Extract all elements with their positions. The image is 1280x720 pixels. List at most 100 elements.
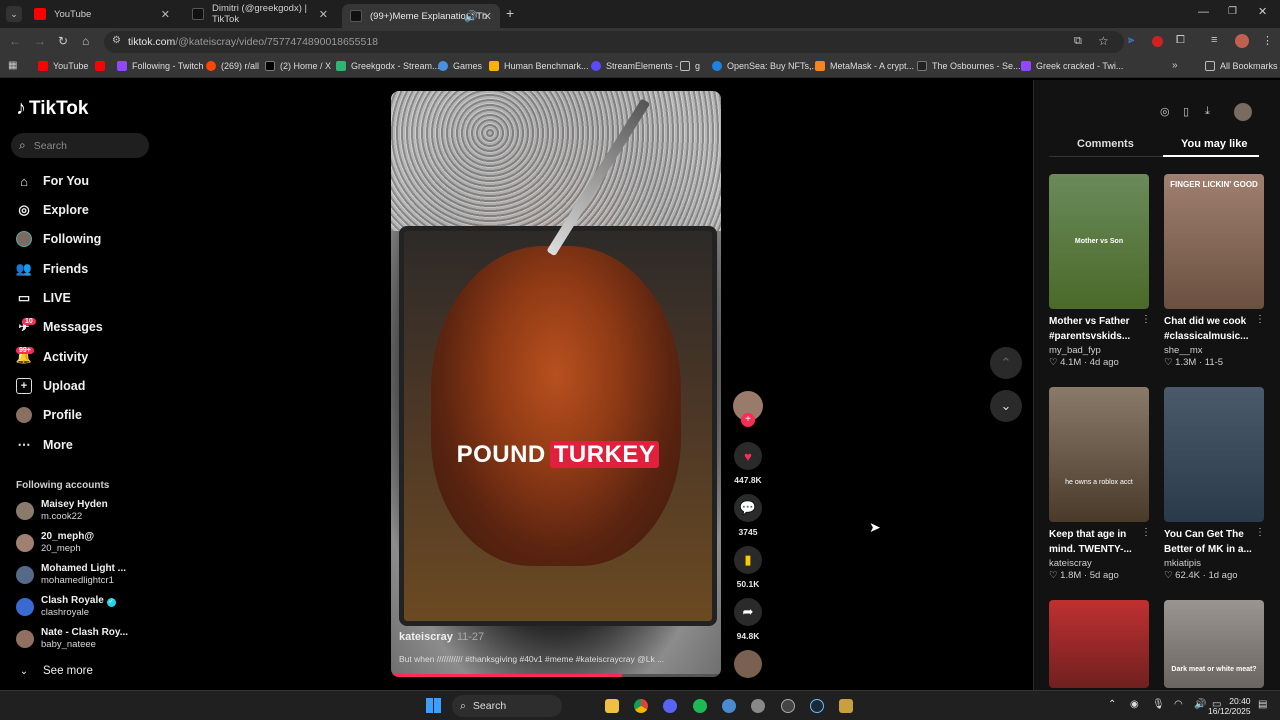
site-info-icon[interactable]: ⚙ bbox=[112, 35, 121, 46]
follow-plus-icon[interactable]: + bbox=[741, 413, 755, 427]
extensions-puzzle-icon[interactable]: ⧠ bbox=[1176, 34, 1185, 47]
steam-icon[interactable] bbox=[810, 699, 824, 713]
video-thumbnail[interactable]: FINGER LICKIN' GOOD bbox=[1164, 174, 1264, 309]
sound-avatar-button[interactable] bbox=[733, 650, 763, 678]
install-app-icon[interactable]: ⧉ bbox=[1074, 35, 1082, 48]
bookmark-star-icon[interactable]: ☆ bbox=[1098, 34, 1109, 48]
wifi-icon[interactable]: ◠ bbox=[1174, 699, 1183, 710]
bookmark-youtube-2[interactable] bbox=[95, 61, 110, 71]
reload-icon[interactable]: ↻ bbox=[58, 34, 68, 48]
search-input[interactable]: ⌕ Search bbox=[11, 133, 149, 158]
forward-icon[interactable]: → bbox=[34, 34, 46, 48]
user-avatar[interactable] bbox=[1234, 103, 1252, 121]
save-button[interactable]: ▮ 50.1K bbox=[733, 546, 763, 589]
creator-avatar-button[interactable]: + bbox=[733, 391, 763, 427]
tab-you-may-like[interactable]: You may like bbox=[1181, 138, 1247, 150]
media-controls-icon[interactable]: ≡ bbox=[1211, 34, 1217, 46]
next-video-button[interactable]: ⌄ bbox=[990, 390, 1022, 422]
download-icon[interactable]: ⤓ bbox=[1205, 105, 1210, 118]
close-tab-icon[interactable]: ✕ bbox=[483, 10, 492, 23]
card-user[interactable]: she__mx bbox=[1164, 345, 1264, 356]
video-card[interactable] bbox=[1049, 600, 1149, 688]
close-tab-icon[interactable]: ✕ bbox=[161, 8, 170, 21]
notifications-icon[interactable]: ▤ bbox=[1258, 699, 1267, 710]
spotify-icon[interactable] bbox=[693, 699, 707, 713]
apps-grid-icon[interactable]: ▦ bbox=[8, 60, 17, 71]
card-more-icon[interactable]: ⋮ bbox=[1141, 314, 1151, 325]
bookmark-opensea[interactable]: OpenSea: Buy NFTs,... bbox=[712, 61, 819, 71]
card-user[interactable]: mkiatipis bbox=[1164, 558, 1264, 569]
tab-youtube[interactable]: YouTube ✕ bbox=[26, 3, 178, 25]
bookmark-folder-g[interactable]: g bbox=[680, 61, 700, 71]
ccleaner-icon[interactable] bbox=[722, 699, 736, 713]
new-tab-button[interactable]: + bbox=[506, 5, 514, 21]
obs-icon[interactable] bbox=[781, 699, 795, 713]
bookmark-metamask[interactable]: MetaMask - A crypt... bbox=[815, 61, 914, 71]
settings-icon[interactable] bbox=[751, 699, 765, 713]
record-extension-icon[interactable] bbox=[1152, 36, 1163, 47]
video-thumbnail[interactable] bbox=[1164, 387, 1264, 522]
volume-icon[interactable]: 🔊 bbox=[1194, 699, 1206, 710]
system-clock[interactable]: 20:40 16/12/2025 bbox=[1208, 696, 1251, 716]
nav-following[interactable]: Following bbox=[16, 231, 101, 247]
windows-start-icon[interactable] bbox=[426, 698, 441, 713]
bookmark-streamelements[interactable]: StreamElements - bbox=[591, 61, 678, 71]
microphone-icon[interactable]: 🎙 bbox=[1152, 699, 1165, 710]
restore-icon[interactable]: ❐ bbox=[1228, 6, 1237, 17]
nav-more[interactable]: ⋯ More bbox=[16, 437, 73, 453]
minimize-icon[interactable]: — bbox=[1198, 6, 1209, 18]
bookmark-games[interactable]: Games bbox=[438, 61, 482, 71]
close-window-icon[interactable]: ✕ bbox=[1258, 5, 1267, 18]
see-more-button[interactable]: ⌄ See more bbox=[16, 663, 93, 679]
phone-icon[interactable]: ▯ bbox=[1183, 105, 1189, 118]
bookmark-twitch[interactable]: Following - Twitch bbox=[117, 61, 203, 71]
video-progress-bar[interactable] bbox=[391, 674, 721, 677]
all-bookmarks-button[interactable]: All Bookmarks bbox=[1205, 61, 1278, 71]
share-button[interactable]: ➦ 94.8K bbox=[733, 598, 763, 641]
bookmark-osbournes[interactable]: The Osbournes - Se... bbox=[917, 61, 1021, 71]
address-bar[interactable]: ⚙ tiktok.com/@kateiscray/video/757747489… bbox=[104, 31, 1124, 53]
video-card[interactable]: Mother vs Son Mother vs Father #parentsvs… bbox=[1049, 174, 1149, 368]
video-thumbnail[interactable] bbox=[1049, 600, 1149, 688]
bookmark-reddit[interactable]: (269) r/all bbox=[206, 61, 259, 71]
account-item[interactable]: Nate - Clash Roy... baby_nateee bbox=[16, 627, 128, 651]
video-thumbnail[interactable]: Dark meat or white meat? bbox=[1164, 600, 1264, 688]
tab-meme-explanation[interactable]: (99+)Meme Explanation: Th 🔊 ✕ bbox=[342, 4, 500, 28]
nav-live[interactable]: ▭ LIVE bbox=[16, 290, 71, 306]
video-thumbnail[interactable]: he owns a roblox acct bbox=[1049, 387, 1149, 522]
bookmark-x[interactable]: (2) Home / X bbox=[265, 61, 331, 71]
nav-profile[interactable]: Profile bbox=[16, 407, 82, 423]
more-bookmarks-icon[interactable]: » bbox=[1172, 60, 1178, 71]
home-icon[interactable]: ⌂ bbox=[82, 34, 89, 48]
mute-tab-icon[interactable]: 🔊 bbox=[464, 10, 478, 23]
card-more-icon[interactable]: ⋮ bbox=[1255, 527, 1265, 538]
previous-video-button[interactable]: ⌃ bbox=[990, 347, 1022, 379]
author-name[interactable]: kateiscray bbox=[399, 631, 453, 643]
nav-upload[interactable]: + Upload bbox=[16, 378, 85, 394]
video-card[interactable]: Dark meat or white meat? bbox=[1164, 600, 1264, 688]
bookmark-youtube[interactable]: YouTube bbox=[38, 61, 88, 71]
video-description[interactable]: But when /////////// #thanksgiving #40v1… bbox=[399, 654, 664, 664]
video-card[interactable]: You Can Get The Better of MK in a... mkia… bbox=[1164, 387, 1264, 581]
bookmark-greekgodx-stream[interactable]: Greekgodx - Stream... bbox=[336, 61, 440, 71]
discord-icon[interactable] bbox=[663, 699, 677, 713]
chrome-icon[interactable] bbox=[634, 699, 648, 713]
taskbar-search[interactable]: ⌕ Search bbox=[452, 695, 562, 717]
account-item[interactable]: Mohamed Light ... mohamedlightcr1 bbox=[16, 563, 126, 587]
bookmark-greek-cracked[interactable]: Greek cracked - Twi... bbox=[1021, 61, 1123, 71]
tray-chevron-icon[interactable]: ⌃ bbox=[1108, 699, 1116, 710]
embed-icon[interactable]: ◎ bbox=[1160, 105, 1170, 118]
file-explorer-icon[interactable] bbox=[605, 699, 619, 713]
nav-for-you[interactable]: ⌂ For You bbox=[16, 173, 89, 189]
close-tab-icon[interactable]: ✕ bbox=[319, 8, 328, 21]
nav-explore[interactable]: ◎ Explore bbox=[16, 202, 89, 218]
video-author[interactable]: kateiscray 11-27 bbox=[399, 631, 484, 643]
app-icon[interactable] bbox=[839, 699, 853, 713]
bookmark-human-benchmark[interactable]: Human Benchmark... bbox=[489, 61, 589, 71]
like-button[interactable]: ♥ 447.8K bbox=[733, 442, 763, 485]
account-item[interactable]: Maisey Hyden m.cook22 bbox=[16, 499, 108, 523]
tray-network-icon[interactable]: ◉ bbox=[1130, 699, 1139, 710]
nav-friends[interactable]: 👥 Friends bbox=[16, 261, 88, 277]
tab-comments[interactable]: Comments bbox=[1077, 138, 1134, 150]
tab-greekgodx[interactable]: Dimitri (@greekgodx) | TikTok ✕ bbox=[184, 3, 336, 25]
